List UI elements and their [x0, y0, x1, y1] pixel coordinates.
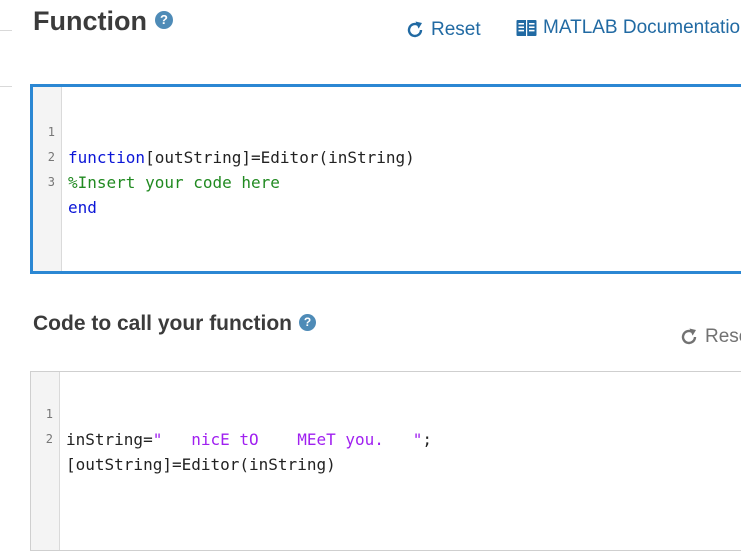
call-code-editor[interactable]: 1 inString=" nicE tO MEeT you. "; 2 [out… [30, 371, 741, 551]
reset-icon [407, 21, 423, 38]
matlab-documentation-label: MATLAB Documentation [543, 17, 741, 38]
code-line[interactable]: 2 %Insert your code here [33, 120, 280, 192]
book-icon [516, 20, 537, 36]
line-number: 3 [47, 175, 55, 189]
code-line[interactable]: 1 function[outString]=Editor(inString) [33, 95, 415, 167]
call-reset-button[interactable]: Reset [679, 326, 741, 348]
code-comment: %Insert your code here [68, 173, 280, 192]
function-title: Function? [33, 6, 173, 37]
code-line[interactable]: 1 inString=" nicE tO MEeT you. "; [31, 377, 432, 449]
code-text: ; [422, 430, 433, 449]
code-text: [outString]=Editor(inString) [66, 455, 336, 474]
left-rule [0, 86, 12, 87]
code-keyword: function [68, 148, 146, 167]
call-section-title-text: Code to call your function [33, 312, 293, 335]
question-circle-icon[interactable]: ? [154, 10, 173, 29]
function-title-text: Function [33, 6, 147, 36]
code-string: " nicE tO MEeT you. " [152, 430, 423, 449]
call-section-title: Code to call your function? [33, 312, 317, 336]
code-line[interactable]: 3 end [33, 145, 97, 217]
call-reset-label: Reset [705, 326, 741, 347]
code-keyword: end [68, 198, 97, 217]
code-text: inString= [66, 430, 153, 449]
matlab-documentation-link[interactable]: MATLAB Documentation [516, 17, 741, 39]
question-circle-icon[interactable]: ? [299, 313, 317, 331]
code-line[interactable]: 2 [outString]=Editor(inString) [31, 402, 336, 474]
function-reset-button[interactable]: Reset [405, 19, 481, 41]
function-code-editor[interactable]: 1 function[outString]=Editor(inString) 2… [30, 84, 741, 274]
left-rule [0, 30, 12, 31]
line-number: 2 [45, 432, 53, 446]
function-reset-label: Reset [431, 19, 481, 40]
reset-icon [681, 328, 697, 345]
code-text: [outString]=Editor(inString) [145, 148, 415, 167]
